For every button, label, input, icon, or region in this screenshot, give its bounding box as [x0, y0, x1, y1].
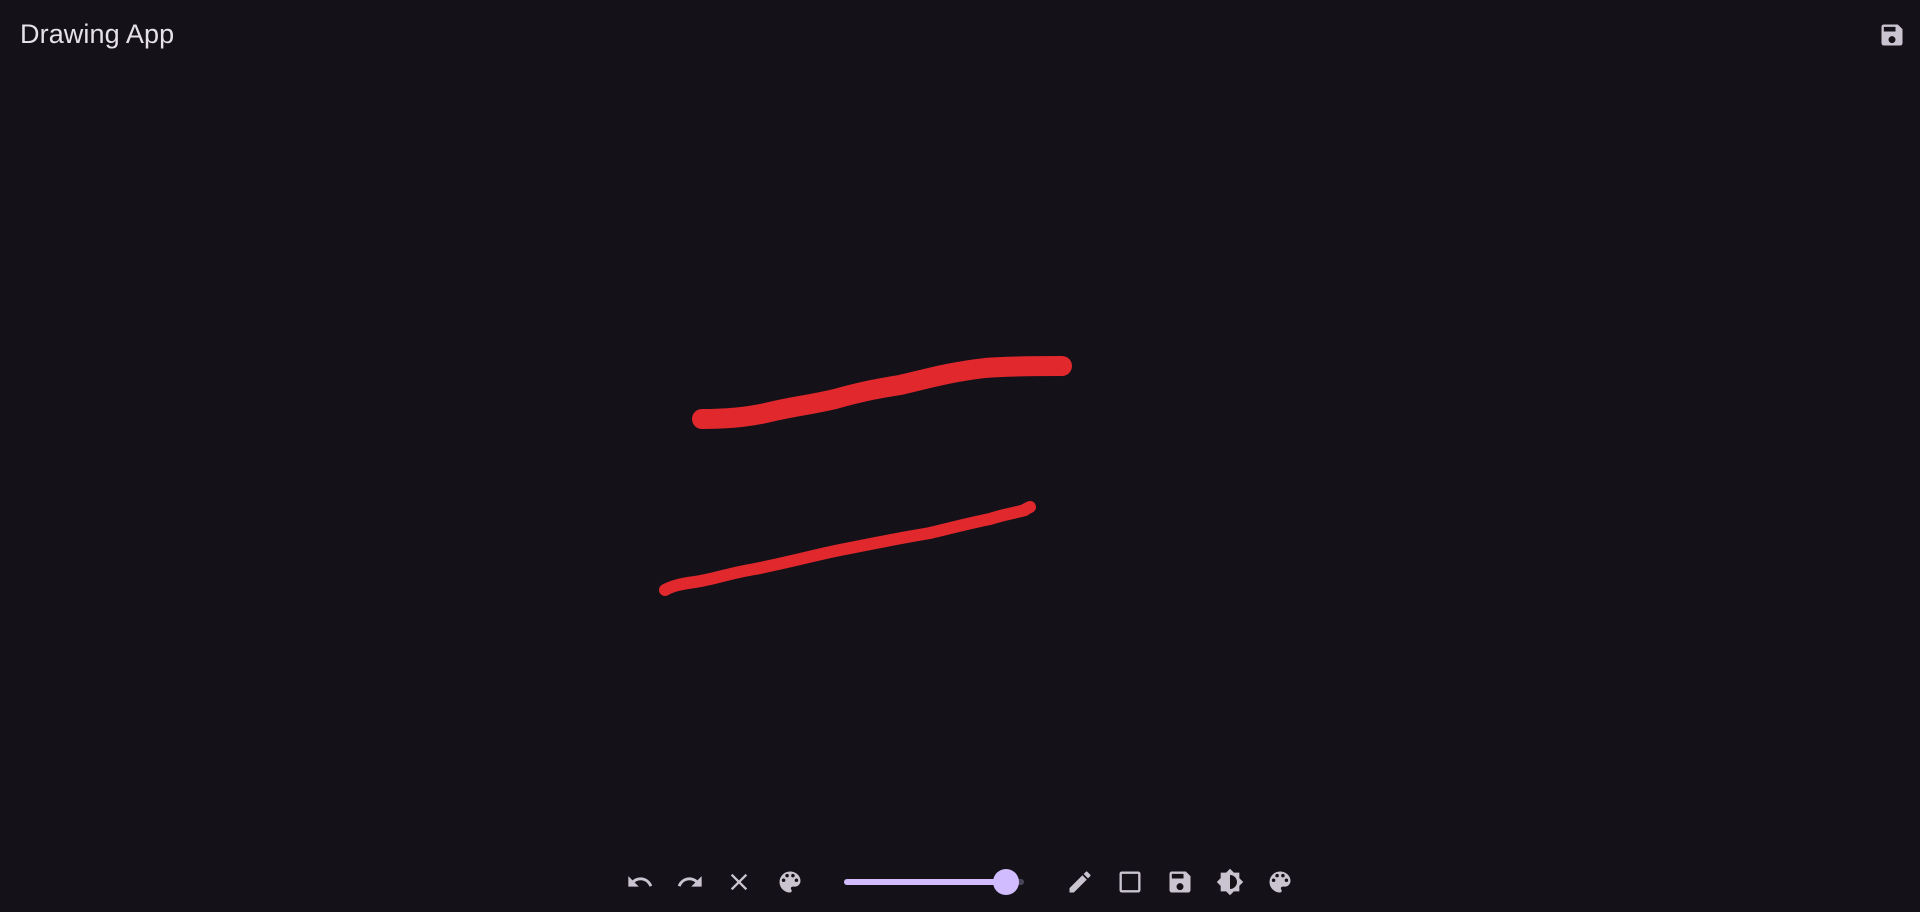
- bottom-toolbar: [0, 858, 1920, 906]
- redo-icon: [677, 876, 702, 887]
- save-drawing-button[interactable]: [1160, 858, 1200, 906]
- brush-size-slider[interactable]: [840, 858, 1030, 906]
- undo-button[interactable]: [620, 858, 660, 906]
- app-bar: Drawing App: [0, 0, 1920, 70]
- theme-toggle-button[interactable]: [1210, 858, 1250, 906]
- slider-fill: [844, 879, 1006, 885]
- shape-tool-button[interactable]: [1110, 858, 1150, 906]
- drawing-canvas[interactable]: [0, 70, 1920, 850]
- app-title: Drawing App: [20, 19, 175, 49]
- save-icon: [1169, 871, 1191, 893]
- redo-button[interactable]: [670, 858, 710, 906]
- undo-icon: [628, 876, 653, 887]
- red-stroke-2: [659, 501, 1036, 596]
- close-icon: [730, 873, 748, 891]
- save-button[interactable]: [1876, 19, 1908, 51]
- pen-tool-button[interactable]: [1060, 858, 1100, 906]
- slider-thumb[interactable]: [993, 869, 1019, 895]
- red-stroke-1: [692, 356, 1072, 429]
- drawing-app: Drawing App: [0, 0, 1920, 912]
- clear-button[interactable]: [719, 858, 759, 906]
- color-picker-button[interactable]: [770, 858, 810, 906]
- save-icon: [1881, 24, 1903, 46]
- palette-icon: [1269, 871, 1291, 893]
- pencil-icon: [1069, 871, 1091, 893]
- palette-button[interactable]: [1260, 858, 1300, 906]
- palette-icon: [779, 871, 801, 893]
- square-icon: [1119, 871, 1141, 893]
- contrast-icon: [1216, 868, 1244, 896]
